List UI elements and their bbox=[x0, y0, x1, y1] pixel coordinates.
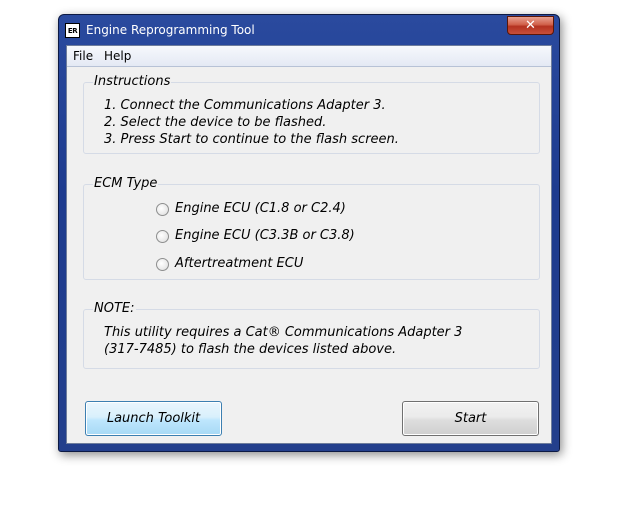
ecm-option-label: Engine ECU (C3.3B or C3.8) bbox=[175, 228, 355, 243]
app-window: ER Engine Reprogramming Tool ✕ File Help… bbox=[58, 14, 560, 452]
radio-button[interactable] bbox=[156, 230, 169, 243]
launch-toolkit-button[interactable]: Launch Toolkit bbox=[85, 401, 222, 436]
menu-help[interactable]: Help bbox=[104, 48, 131, 64]
instruction-line-1: 1. Connect the Communications Adapter 3. bbox=[104, 98, 386, 113]
instruction-line-3: 3. Press Start to continue to the flash … bbox=[104, 132, 399, 147]
title-bar[interactable]: ER Engine Reprogramming Tool ✕ bbox=[59, 15, 559, 45]
note-group: NOTE: This utility requires a Cat® Commu… bbox=[83, 301, 540, 369]
menu-file[interactable]: File bbox=[73, 48, 93, 64]
dialog-content: Instructions 1. Connect the Communicatio… bbox=[67, 67, 551, 443]
app-icon: ER bbox=[65, 23, 80, 38]
ecm-type-title: ECM Type bbox=[93, 176, 159, 191]
menu-bar: File Help bbox=[67, 46, 551, 67]
ecm-option-label: Engine ECU (C1.8 or C2.4) bbox=[175, 201, 346, 216]
instructions-group: Instructions 1. Connect the Communicatio… bbox=[83, 74, 540, 154]
note-line-2: (317-7485) to flash the devices listed a… bbox=[104, 342, 397, 357]
window-title: Engine Reprogramming Tool bbox=[86, 23, 255, 37]
note-line-1: This utility requires a Cat® Communicati… bbox=[104, 325, 463, 340]
instructions-title: Instructions bbox=[93, 74, 172, 89]
client-area: File Help Instructions 1. Connect the Co… bbox=[66, 45, 552, 444]
start-button[interactable]: Start bbox=[402, 401, 539, 436]
note-title: NOTE: bbox=[93, 301, 136, 316]
close-button[interactable]: ✕ bbox=[507, 16, 554, 35]
ecm-type-group: ECM Type Engine ECU (C1.8 or C2.4) Engin… bbox=[83, 176, 540, 280]
instruction-line-2: 2. Select the device to be flashed. bbox=[104, 115, 327, 130]
radio-button[interactable] bbox=[156, 258, 169, 271]
radio-button[interactable] bbox=[156, 203, 169, 216]
ecm-option-label: Aftertreatment ECU bbox=[175, 256, 304, 271]
